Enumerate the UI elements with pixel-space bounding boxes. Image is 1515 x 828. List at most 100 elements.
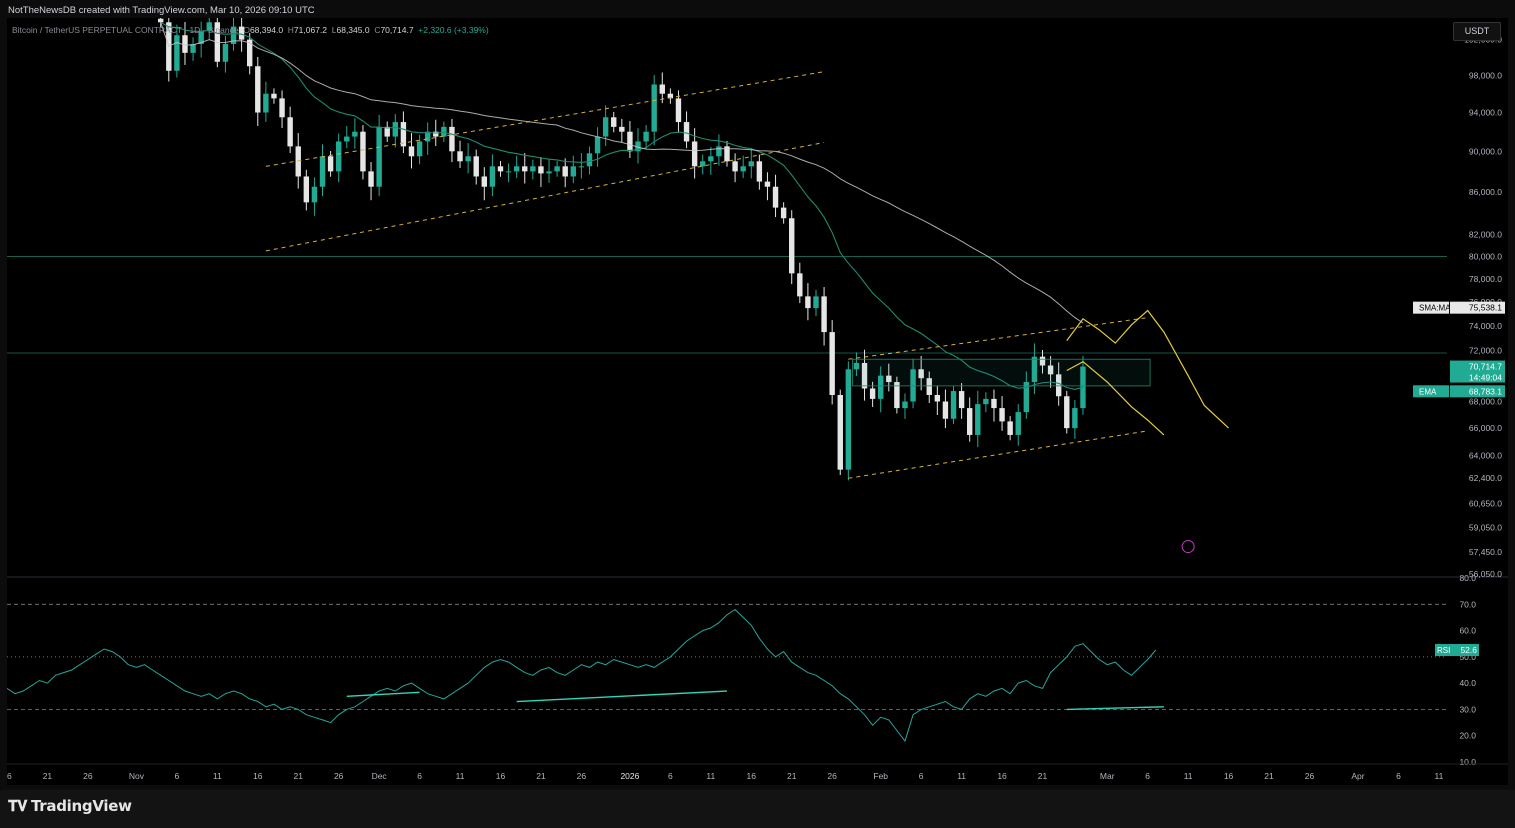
time-tick-label: 11 <box>456 771 465 781</box>
time-tick-label: 16 <box>253 771 263 781</box>
candle <box>627 121 633 159</box>
rsi-tick-label: 70.0 <box>1459 599 1476 609</box>
candle-body <box>789 218 795 274</box>
candle-body <box>327 156 334 172</box>
candle-body <box>756 161 763 182</box>
tradingview-logo[interactable]: 𝐓𝐕 TradingView <box>8 797 132 815</box>
time-tick-label: 16 <box>1224 771 1234 781</box>
candle-body <box>441 126 447 137</box>
symbol-legend: Bitcoin / TetherUS PERPETUAL CONTRACT · … <box>12 25 489 35</box>
currency-selector[interactable]: USDT <box>1453 22 1501 41</box>
time-tick-label: 6 <box>175 771 180 781</box>
time-tick-label: Apr <box>1351 771 1364 781</box>
candle-body <box>408 146 415 157</box>
candle-body <box>651 84 657 132</box>
candle <box>489 154 496 197</box>
time-tick-label: 21 <box>294 771 304 781</box>
price-tick-label: 72,000.0 <box>1469 345 1502 355</box>
candle-body <box>1064 396 1070 429</box>
high-value: 71,067.2 <box>293 25 328 35</box>
time-tick-label: 26 <box>334 771 344 781</box>
time-tick-label: 11 <box>1434 771 1443 781</box>
price-tick-label: 80,000.0 <box>1469 251 1502 261</box>
footer-bar <box>0 790 1515 828</box>
last-price-tag-countdown: 14:49:04 <box>1469 373 1502 383</box>
candle-body <box>352 131 358 137</box>
chart-svg[interactable]: 102,000.098,000.094,000.090,000.086,000.… <box>7 18 1508 785</box>
candle-body <box>303 176 310 203</box>
time-tick-label: 21 <box>787 771 797 781</box>
candle-body <box>1072 408 1078 429</box>
candle-body <box>942 401 949 419</box>
candle <box>263 81 269 122</box>
candle-body <box>522 166 528 172</box>
candle-body <box>732 161 738 172</box>
candle <box>1015 404 1021 446</box>
candle <box>473 149 479 185</box>
candle-body <box>675 98 682 123</box>
candle <box>360 125 366 180</box>
rsi-tick-label: 60.0 <box>1459 626 1476 636</box>
candle <box>416 134 423 165</box>
time-tick-label: 11 <box>706 771 715 781</box>
candle-body <box>829 332 835 395</box>
candle <box>635 128 641 164</box>
tradingview-logo-text: TradingView <box>31 797 132 815</box>
candle-body <box>158 18 164 23</box>
time-tick-label: 11 <box>1184 771 1193 781</box>
last-price-tag-value: 70,714.7 <box>1469 362 1502 372</box>
candle <box>772 174 779 218</box>
candle <box>732 153 738 183</box>
candle <box>424 122 431 155</box>
time-tick-label: 11 <box>957 771 966 781</box>
candle-body <box>780 207 787 219</box>
ema-tag-value: 68,783.1 <box>1469 386 1502 396</box>
price-tick-label: 82,000.0 <box>1469 229 1502 239</box>
candle-body <box>416 141 423 157</box>
candle-body <box>764 181 771 187</box>
candle-body <box>619 126 625 132</box>
open-label: O <box>243 25 250 35</box>
candle <box>303 169 310 211</box>
candle <box>748 148 754 179</box>
price-tick-label: 94,000.0 <box>1469 108 1502 118</box>
sma-tag-name: SMA:MA <box>1419 304 1451 313</box>
candle <box>756 154 763 190</box>
time-tick-label: Dec <box>372 771 388 781</box>
price-tick-label: 68,000.0 <box>1469 397 1502 407</box>
candle <box>497 160 504 177</box>
candle-body <box>489 166 496 187</box>
candle-body <box>287 117 293 147</box>
chart-area[interactable]: 102,000.098,000.094,000.090,000.086,000.… <box>7 18 1508 785</box>
candle <box>287 106 293 154</box>
symbol-title[interactable]: Bitcoin / TetherUS PERPETUAL CONTRACT · … <box>12 25 239 35</box>
candle-body <box>966 408 973 435</box>
candle <box>667 88 674 104</box>
rsi-divergence-0 <box>346 691 420 697</box>
time-tick-label: 16 <box>7 771 12 781</box>
chart-credit: NotTheNewsDB created with TradingView.co… <box>8 5 315 16</box>
candle <box>1072 400 1078 439</box>
candle <box>255 56 261 127</box>
candle <box>570 155 576 184</box>
candle-body <box>279 98 285 118</box>
candle-body <box>457 151 463 162</box>
candle <box>554 160 560 177</box>
candle-body <box>716 146 722 157</box>
candle-body <box>627 131 633 152</box>
candle <box>384 121 390 142</box>
candle-body <box>376 126 382 187</box>
candle <box>408 133 415 169</box>
time-tick-label: 16 <box>747 771 757 781</box>
candle-body <box>813 296 819 309</box>
price-tick-label: 78,000.0 <box>1469 274 1502 284</box>
candle <box>991 389 997 422</box>
time-tick-label: 6 <box>417 771 422 781</box>
candle-body <box>222 43 229 62</box>
candle <box>700 154 706 175</box>
candle-body <box>748 161 754 167</box>
candle-body <box>505 171 512 173</box>
time-tick-label: 16 <box>997 771 1007 781</box>
candle <box>942 389 949 429</box>
time-tick-label: Feb <box>873 771 888 781</box>
